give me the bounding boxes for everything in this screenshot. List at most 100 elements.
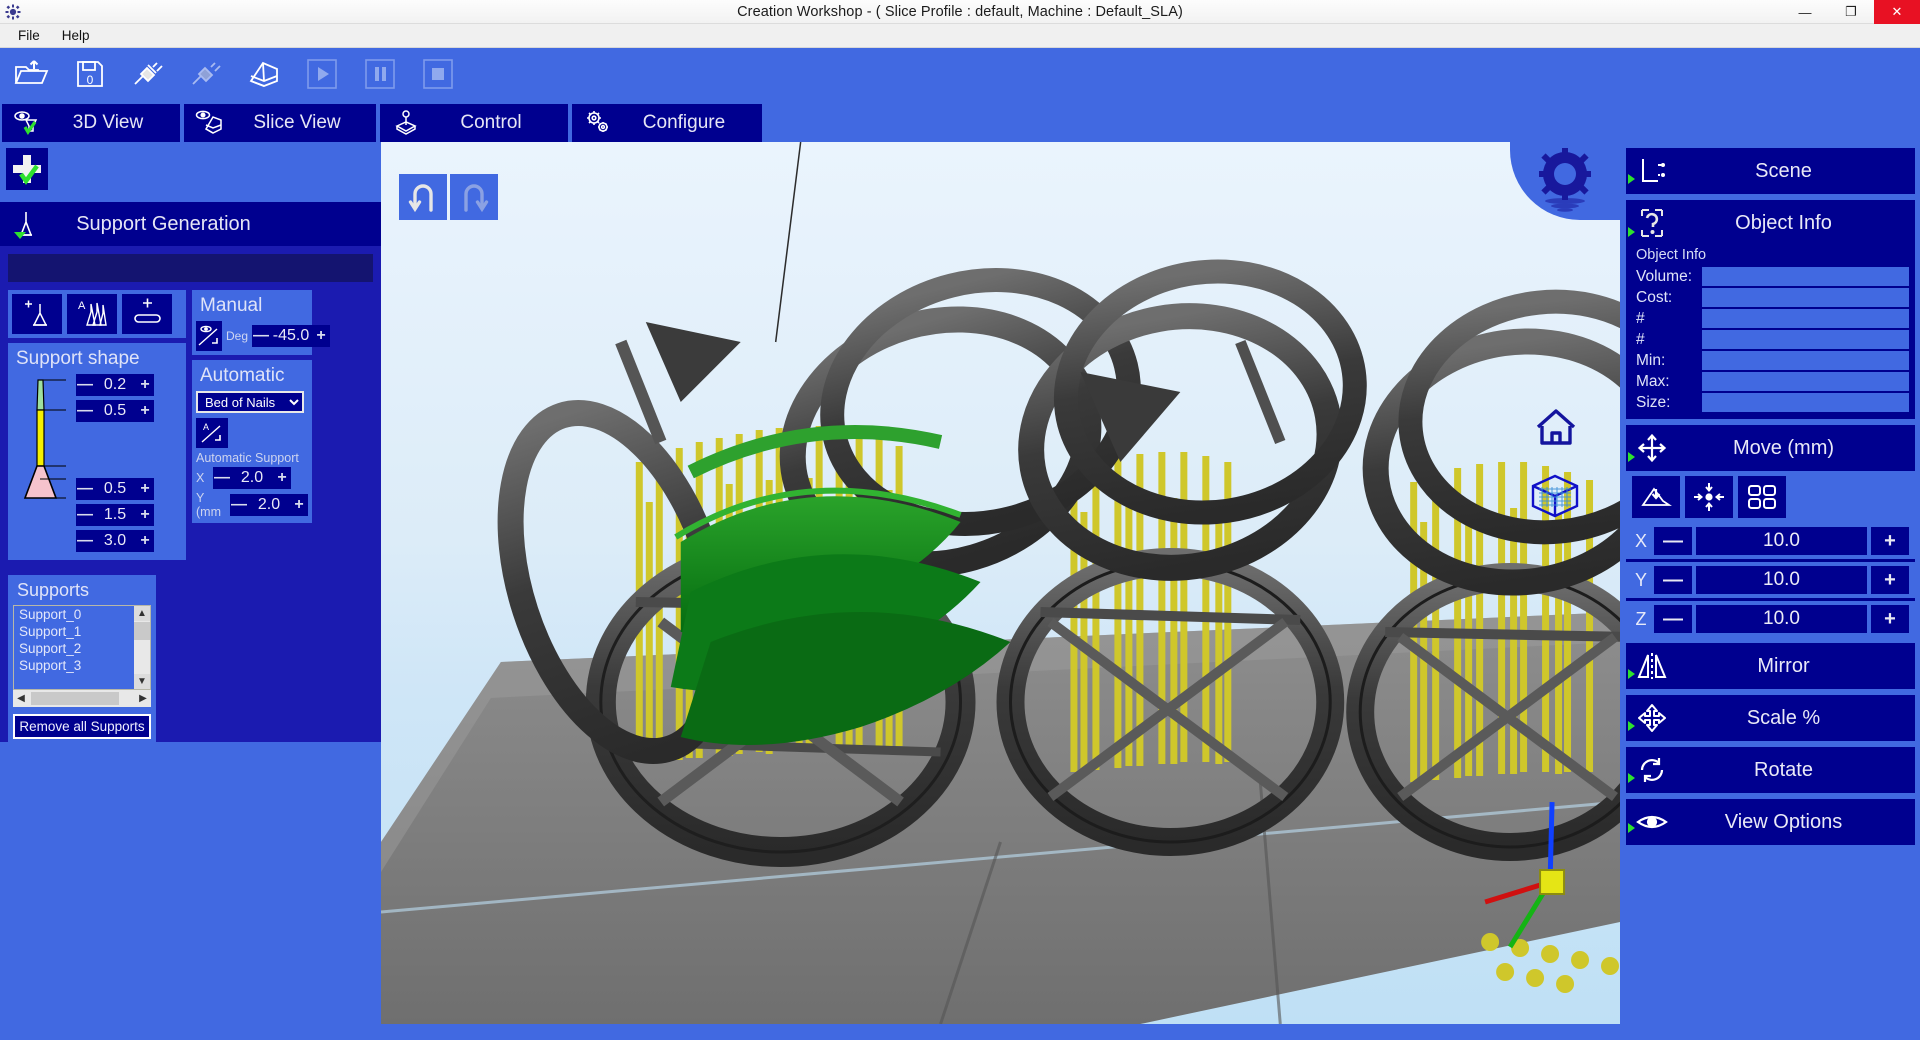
min-value[interactable] bbox=[1702, 351, 1909, 370]
auto-y-plus[interactable]: + bbox=[290, 496, 308, 514]
play-icon bbox=[296, 51, 348, 97]
auto-support-mode-select[interactable]: Bed of Nails bbox=[196, 391, 304, 413]
eye-object-icon bbox=[13, 108, 43, 138]
auto-x-plus[interactable]: + bbox=[273, 469, 291, 487]
base-diameter-plus[interactable]: + bbox=[136, 532, 154, 550]
arrange-grid-icon[interactable] bbox=[1738, 476, 1786, 518]
disconnect-icon[interactable] bbox=[180, 51, 232, 97]
save-file-icon[interactable]: 0 bbox=[64, 51, 116, 97]
move-z-plus[interactable]: + bbox=[1871, 605, 1909, 633]
tab-3d-view[interactable]: 3D View bbox=[2, 104, 180, 142]
list-item[interactable]: Support_0 bbox=[14, 606, 150, 623]
move-x-plus[interactable]: + bbox=[1871, 527, 1909, 555]
manual-deg-stepper[interactable]: — -45.0 + bbox=[252, 325, 331, 347]
menu-item-help[interactable]: Help bbox=[52, 25, 100, 46]
base-height-plus[interactable]: + bbox=[136, 506, 154, 524]
list-item[interactable]: Support_2 bbox=[14, 640, 150, 657]
window-controls[interactable]: — ❐ ✕ bbox=[1782, 0, 1920, 24]
lower-minus[interactable]: — bbox=[76, 480, 94, 498]
move-x-value[interactable]: 10.0 bbox=[1696, 527, 1867, 555]
object-info-header[interactable]: Object Info bbox=[1626, 200, 1915, 246]
scroll-right-arrow[interactable]: ▶ bbox=[135, 693, 151, 704]
move-z-value[interactable]: 10.0 bbox=[1696, 605, 1867, 633]
tip-plus[interactable]: + bbox=[136, 376, 154, 394]
scene-card[interactable]: Scene bbox=[1626, 148, 1915, 194]
object-info-row-cost: Cost: bbox=[1626, 287, 1915, 308]
plus-bar-icon[interactable] bbox=[122, 294, 172, 334]
open-file-icon[interactable] bbox=[6, 51, 58, 97]
angle-auto-icon[interactable]: A bbox=[196, 418, 228, 448]
rotate-card[interactable]: Rotate bbox=[1626, 747, 1915, 793]
object-info-card: Object Info Object Info Volume: Cost: # … bbox=[1626, 200, 1915, 419]
auto-cones-icon[interactable]: A bbox=[67, 294, 117, 334]
shape-field-tip[interactable]: — 0.2 + bbox=[76, 374, 154, 396]
cost-label: Cost: bbox=[1636, 288, 1673, 306]
drop-to-bed-icon[interactable] bbox=[1632, 476, 1680, 518]
count2-value[interactable] bbox=[1702, 330, 1909, 349]
move-y-plus[interactable]: + bbox=[1871, 566, 1909, 594]
close-button[interactable]: ✕ bbox=[1874, 0, 1920, 24]
undo-icon[interactable] bbox=[399, 174, 447, 220]
slice-icon[interactable] bbox=[238, 51, 290, 97]
center-arrows-icon[interactable] bbox=[1685, 476, 1733, 518]
tab-control[interactable]: Control bbox=[380, 104, 568, 142]
maximize-button[interactable]: ❐ bbox=[1828, 0, 1874, 24]
scroll-up-arrow[interactable]: ▲ bbox=[134, 606, 150, 621]
supports-horizontal-scrollbar[interactable]: ◀ ▶ bbox=[13, 690, 151, 707]
tip-minus[interactable]: — bbox=[76, 376, 94, 394]
move-y-label: Y bbox=[1634, 569, 1647, 590]
menu-item-file[interactable]: File bbox=[8, 25, 50, 46]
add-support-button[interactable] bbox=[6, 148, 48, 190]
auto-y-minus[interactable]: — bbox=[230, 496, 248, 514]
view-options-card[interactable]: View Options bbox=[1626, 799, 1915, 845]
base-height-minus[interactable]: — bbox=[76, 506, 94, 524]
upper-minus[interactable]: — bbox=[76, 402, 94, 420]
move-y-minus[interactable]: — bbox=[1654, 566, 1692, 594]
title-bar: Creation Workshop - ( Slice Profile : de… bbox=[0, 0, 1920, 24]
move-y-value[interactable]: 10.0 bbox=[1696, 566, 1867, 594]
connect-icon[interactable] bbox=[122, 51, 174, 97]
supports-vertical-scrollbar[interactable]: ▲ ▼ bbox=[134, 606, 150, 689]
scroll-left-arrow[interactable]: ◀ bbox=[13, 693, 29, 704]
remove-all-supports-button[interactable]: Remove all Supports bbox=[13, 714, 151, 739]
size-value[interactable] bbox=[1702, 393, 1909, 412]
upper-plus[interactable]: + bbox=[136, 402, 154, 420]
auto-x-stepper[interactable]: — 2.0 + bbox=[213, 467, 291, 489]
scale-card[interactable]: Scale % bbox=[1626, 695, 1915, 741]
hscroll-thumb[interactable] bbox=[31, 692, 119, 705]
tab-configure[interactable]: Configure bbox=[572, 104, 762, 142]
move-header[interactable]: Move (mm) bbox=[1626, 425, 1915, 471]
auto-x-minus[interactable]: — bbox=[213, 469, 231, 487]
lower-plus[interactable]: + bbox=[136, 480, 154, 498]
count1-value[interactable] bbox=[1702, 309, 1909, 328]
tab-configure-label: Configure bbox=[642, 112, 726, 133]
manual-deg-minus[interactable]: — bbox=[252, 327, 270, 345]
shape-field-base-diameter[interactable]: — 3.0 + bbox=[76, 530, 154, 552]
tab-slice-view[interactable]: Slice View bbox=[184, 104, 376, 142]
minimize-button[interactable]: — bbox=[1782, 0, 1828, 24]
support-generation-header[interactable]: Support Generation bbox=[0, 202, 381, 246]
plus-cone-icon[interactable] bbox=[12, 294, 62, 334]
mirror-card[interactable]: Mirror bbox=[1626, 643, 1915, 689]
scroll-thumb[interactable] bbox=[134, 622, 150, 640]
auto-y-stepper[interactable]: — 2.0 + bbox=[230, 494, 308, 516]
list-item[interactable]: Support_3 bbox=[14, 657, 150, 674]
scroll-down-arrow[interactable]: ▼ bbox=[134, 674, 150, 689]
manual-deg-plus[interactable]: + bbox=[312, 327, 330, 345]
cost-value[interactable] bbox=[1702, 288, 1909, 307]
shape-field-upper[interactable]: — 0.5 + bbox=[76, 400, 154, 422]
volume-value[interactable] bbox=[1702, 267, 1909, 286]
supports-listbox[interactable]: Support_0 Support_1 Support_2 Support_3 … bbox=[13, 605, 151, 690]
home-view-icon[interactable] bbox=[1534, 407, 1578, 450]
max-value[interactable] bbox=[1702, 372, 1909, 391]
list-item[interactable]: Support_1 bbox=[14, 623, 150, 640]
grid-view-icon[interactable] bbox=[1528, 472, 1582, 523]
shape-field-lower[interactable]: — 0.5 + bbox=[76, 478, 154, 500]
base-diameter-minus[interactable]: — bbox=[76, 532, 94, 550]
angle-manual-icon[interactable] bbox=[196, 321, 222, 351]
3d-viewport[interactable] bbox=[381, 142, 1620, 1024]
move-x-minus[interactable]: — bbox=[1654, 527, 1692, 555]
shape-field-base-height[interactable]: — 1.5 + bbox=[76, 504, 154, 526]
support-generation-title: Support Generation bbox=[76, 212, 251, 235]
move-z-minus[interactable]: — bbox=[1654, 605, 1692, 633]
